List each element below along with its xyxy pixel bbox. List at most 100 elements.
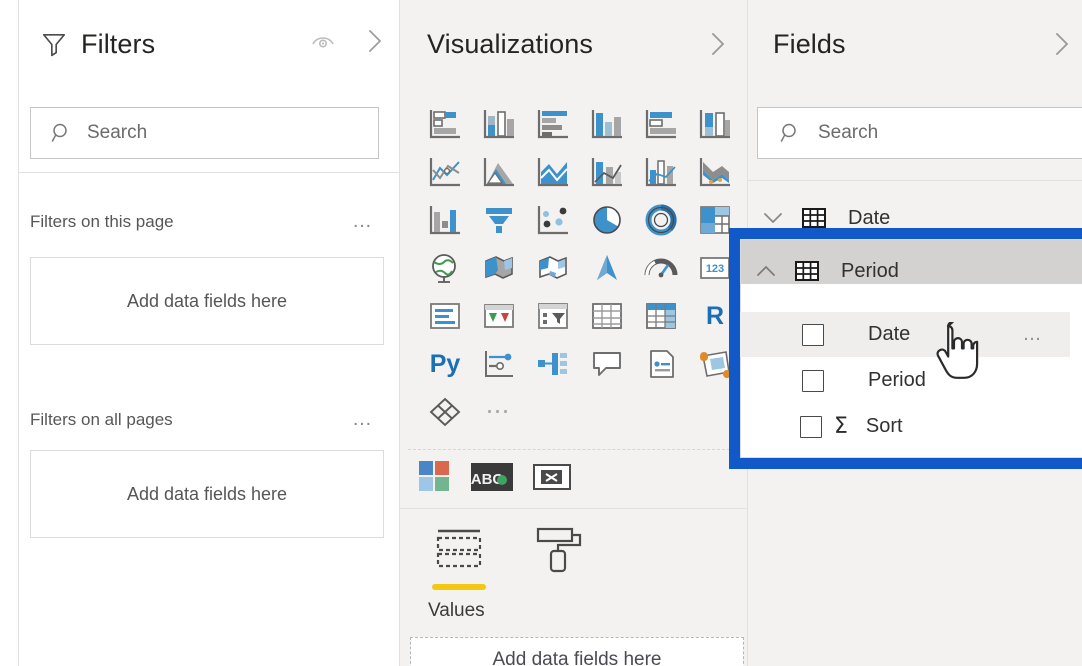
field-context-menu[interactable]: … bbox=[1023, 324, 1045, 346]
collapse-visualizations-chevron-right-icon[interactable] bbox=[708, 31, 728, 57]
filters-on-this-page-dropzone[interactable]: Add data fields here bbox=[30, 257, 384, 345]
visualization-gallery: 123 R Py ⋯ bbox=[418, 100, 742, 436]
waterfall-chart-icon[interactable] bbox=[418, 196, 472, 244]
filters-search-input[interactable]: Search bbox=[30, 107, 379, 159]
custom-visuals-row: ABC bbox=[418, 460, 572, 494]
field-checkbox[interactable] bbox=[800, 416, 822, 438]
collapse-filters-chevron-right-icon[interactable] bbox=[365, 28, 385, 54]
power-bi-panels: Filters Search Filters on this page … bbox=[0, 0, 1082, 666]
gauge-chart-icon[interactable] bbox=[634, 244, 688, 292]
more-visuals-diamond-icon[interactable] bbox=[418, 388, 472, 436]
power-apps-icon[interactable] bbox=[688, 340, 742, 388]
visualizations-header: Visualizations bbox=[400, 0, 748, 88]
smart-narrative-icon[interactable] bbox=[634, 340, 688, 388]
field-table-date[interactable]: Date bbox=[762, 196, 1062, 240]
fields-well-icon bbox=[430, 523, 488, 575]
field-item-sort[interactable]: Σ Sort bbox=[740, 404, 1070, 449]
card-icon[interactable]: 123 bbox=[688, 244, 742, 292]
filters-on-all-pages-label: Filters on all pages bbox=[30, 410, 173, 430]
fields-search-input[interactable]: Search bbox=[757, 107, 1082, 159]
area-chart-icon[interactable] bbox=[472, 148, 526, 196]
collapse-fields-chevron-right-icon[interactable] bbox=[1052, 31, 1072, 57]
decomposition-tree-icon[interactable] bbox=[526, 340, 580, 388]
blank-visual-icon[interactable] bbox=[532, 460, 572, 494]
python-visual-icon[interactable]: Py bbox=[418, 340, 472, 388]
active-tab-underline bbox=[432, 584, 486, 590]
field-checkbox[interactable] bbox=[802, 370, 824, 392]
field-table-name: Period bbox=[841, 260, 899, 283]
field-label: Sort bbox=[866, 415, 903, 438]
visualizations-wells-separator bbox=[400, 508, 748, 509]
filters-pane: Filters Search Filters on this page … bbox=[0, 0, 400, 666]
fields-title: Fields bbox=[773, 29, 846, 60]
table-icon bbox=[795, 260, 819, 282]
search-icon bbox=[51, 122, 73, 144]
field-checkbox[interactable] bbox=[802, 324, 824, 346]
field-item-period[interactable]: Period bbox=[740, 358, 1070, 403]
page-title: Filters bbox=[81, 29, 155, 60]
values-well-label: Values bbox=[428, 600, 485, 622]
filters-on-this-page-menu[interactable]: … bbox=[352, 210, 375, 233]
clustered-column-chart-icon[interactable] bbox=[580, 100, 634, 148]
kpi-icon[interactable] bbox=[472, 292, 526, 340]
stacked-bar-chart-icon[interactable] bbox=[418, 100, 472, 148]
chevron-up-icon[interactable] bbox=[755, 260, 777, 282]
filters-divider bbox=[19, 172, 400, 173]
line-chart-icon[interactable] bbox=[418, 148, 472, 196]
key-influencers-icon[interactable] bbox=[472, 340, 526, 388]
pie-chart-icon[interactable] bbox=[580, 196, 634, 244]
abc-text-filter-icon[interactable]: ABC bbox=[470, 460, 514, 494]
matrix-icon[interactable] bbox=[634, 292, 688, 340]
format-paintroller-icon bbox=[530, 523, 588, 575]
sigma-aggregate-icon: Σ bbox=[834, 416, 848, 438]
field-table-period[interactable]: Period bbox=[755, 249, 1065, 293]
table-icon bbox=[802, 207, 826, 229]
fields-header: Fields bbox=[748, 0, 1082, 88]
chevron-down-icon[interactable] bbox=[762, 207, 784, 229]
fields-divider bbox=[748, 180, 1082, 181]
more-options-icon[interactable]: ⋯ bbox=[472, 388, 526, 436]
funnel-icon bbox=[41, 31, 67, 57]
eye-icon[interactable] bbox=[311, 31, 335, 51]
filters-on-all-pages-menu[interactable]: … bbox=[352, 408, 375, 431]
visualizations-title: Visualizations bbox=[427, 29, 593, 60]
filters-search-placeholder: Search bbox=[87, 122, 147, 144]
search-icon bbox=[780, 122, 802, 144]
slicer-icon[interactable] bbox=[526, 292, 580, 340]
visualizations-separator bbox=[408, 449, 740, 450]
field-table-name: Date bbox=[848, 207, 890, 230]
arcgis-map-icon[interactable] bbox=[580, 244, 634, 292]
filters-header: Filters bbox=[19, 0, 399, 88]
qa-visual-icon[interactable] bbox=[580, 340, 634, 388]
line-and-clustered-column-chart-icon[interactable] bbox=[634, 148, 688, 196]
field-label: Period bbox=[868, 369, 926, 392]
dropzone-label: Add data fields here bbox=[492, 649, 661, 666]
stacked-column-chart-icon[interactable] bbox=[472, 100, 526, 148]
table-icon[interactable] bbox=[580, 292, 634, 340]
field-item-date[interactable]: Date … bbox=[740, 312, 1070, 357]
hundred-percent-stacked-column-chart-icon[interactable] bbox=[688, 100, 742, 148]
stacked-area-chart-icon[interactable] bbox=[526, 148, 580, 196]
fields-well-tab[interactable] bbox=[430, 523, 488, 581]
line-and-stacked-column-chart-icon[interactable] bbox=[580, 148, 634, 196]
color-swatches-icon[interactable] bbox=[418, 460, 452, 494]
funnel-chart-icon[interactable] bbox=[472, 196, 526, 244]
treemap-icon[interactable] bbox=[688, 196, 742, 244]
filled-map-icon[interactable] bbox=[472, 244, 526, 292]
clustered-bar-chart-icon[interactable] bbox=[526, 100, 580, 148]
donut-chart-icon[interactable] bbox=[634, 196, 688, 244]
map-icon[interactable] bbox=[418, 244, 472, 292]
filters-on-all-pages-dropzone[interactable]: Add data fields here bbox=[30, 450, 384, 538]
hundred-percent-stacked-bar-chart-icon[interactable] bbox=[634, 100, 688, 148]
filters-header-actions bbox=[311, 28, 385, 54]
svg-text:123: 123 bbox=[706, 263, 724, 275]
ribbon-chart-icon[interactable] bbox=[688, 148, 742, 196]
r-script-visual-icon[interactable]: R bbox=[688, 292, 742, 340]
values-well-dropzone[interactable]: Add data fields here bbox=[410, 637, 744, 666]
scatter-chart-icon[interactable] bbox=[526, 196, 580, 244]
multi-row-card-icon[interactable] bbox=[418, 292, 472, 340]
fields-search-placeholder: Search bbox=[818, 122, 878, 144]
dropzone-label: Add data fields here bbox=[127, 291, 287, 312]
format-tab[interactable] bbox=[530, 523, 588, 581]
shape-map-icon[interactable] bbox=[526, 244, 580, 292]
